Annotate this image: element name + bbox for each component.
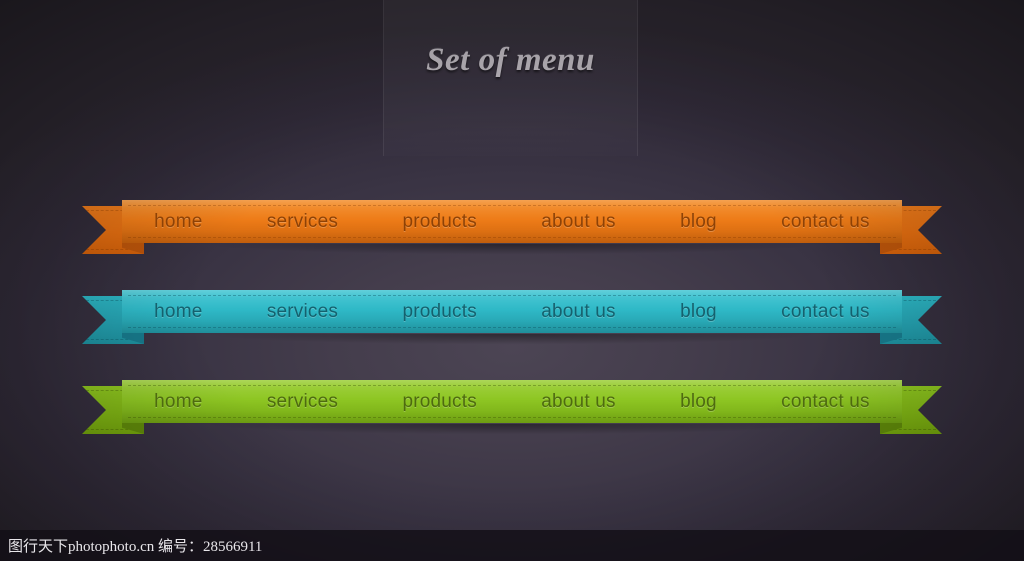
green-menu-bar: home services products about us blog con…: [122, 380, 902, 423]
menu-item-products[interactable]: products: [398, 389, 480, 415]
blue-menu-bar: home services products about us blog con…: [122, 290, 902, 333]
orange-ribbon: home services products about us blog con…: [0, 198, 1024, 258]
watermark-text: 图行天下photophoto.cn 编号：28566911: [8, 539, 263, 555]
green-ribbon: home services products about us blog con…: [0, 378, 1024, 438]
menu-item-services[interactable]: services: [263, 299, 342, 325]
menu-item-blog[interactable]: blog: [676, 209, 721, 235]
menu-item-home[interactable]: home: [150, 209, 206, 235]
menu-item-contact-us[interactable]: contact us: [777, 299, 874, 325]
menu-item-contact-us[interactable]: contact us: [777, 389, 874, 415]
menu-item-contact-us[interactable]: contact us: [777, 209, 874, 235]
menu-item-blog[interactable]: blog: [676, 389, 721, 415]
menu-item-home[interactable]: home: [150, 389, 206, 415]
menu-item-blog[interactable]: blog: [676, 299, 721, 325]
menu-item-about-us[interactable]: about us: [537, 209, 620, 235]
blue-ribbon: home services products about us blog con…: [0, 288, 1024, 348]
screenshot-root: Set of menu home services products about…: [0, 0, 1024, 561]
orange-menu-bar: home services products about us blog con…: [122, 200, 902, 243]
watermark-bar: 图行天下photophoto.cn 编号：28566911: [0, 530, 1024, 561]
title-panel: Set of menu: [383, 0, 638, 156]
menu-item-products[interactable]: products: [398, 209, 480, 235]
menu-item-home[interactable]: home: [150, 299, 206, 325]
menu-item-about-us[interactable]: about us: [537, 299, 620, 325]
menu-item-services[interactable]: services: [263, 389, 342, 415]
menu-item-products[interactable]: products: [398, 299, 480, 325]
page-title: Set of menu: [426, 42, 595, 78]
menu-item-services[interactable]: services: [263, 209, 342, 235]
menu-item-about-us[interactable]: about us: [537, 389, 620, 415]
